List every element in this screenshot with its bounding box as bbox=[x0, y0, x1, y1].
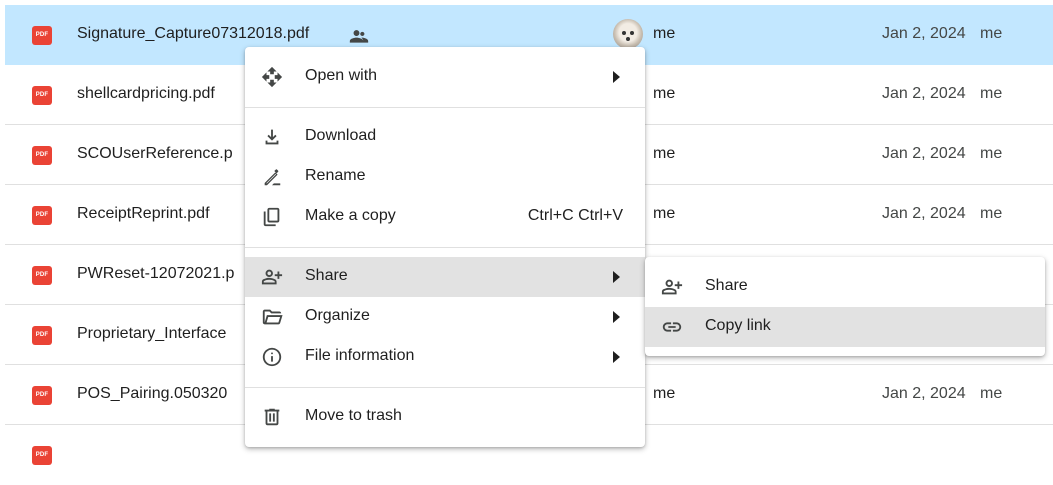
chevron-right-icon bbox=[613, 351, 620, 363]
pdf-icon: PDF bbox=[32, 86, 52, 105]
menu-item-file-information[interactable]: File information bbox=[245, 337, 645, 377]
pdf-icon: PDF bbox=[32, 206, 52, 225]
modified-by: me bbox=[980, 85, 1003, 102]
modified-by: me bbox=[980, 385, 1003, 402]
menu-item-label: Open with bbox=[305, 67, 378, 84]
modified-by: me bbox=[980, 25, 1003, 42]
menu-item-label: Make a copy bbox=[305, 207, 396, 224]
owner: me bbox=[653, 145, 676, 162]
file-name[interactable]: POS_Pairing.050320 bbox=[77, 385, 227, 403]
owner-avatar bbox=[613, 19, 643, 49]
menu-item-share[interactable]: Share bbox=[245, 257, 645, 297]
pdf-icon: PDF bbox=[32, 266, 52, 285]
modified-date: Jan 2, 2024 bbox=[882, 205, 966, 222]
trash-icon bbox=[264, 408, 280, 426]
pdf-icon: PDF bbox=[32, 146, 52, 165]
pdf-icon: PDF bbox=[32, 326, 52, 345]
rename-pencil-icon bbox=[264, 169, 281, 186]
menu-divider bbox=[245, 247, 645, 248]
copy-icon bbox=[263, 207, 280, 227]
modified-date: Jan 2, 2024 bbox=[882, 145, 966, 162]
context-menu: Open with Download Rename Make a copy Ct… bbox=[245, 47, 645, 447]
shared-people-icon bbox=[349, 30, 369, 43]
modified-date: Jan 2, 2024 bbox=[882, 85, 966, 102]
folder-open-icon bbox=[262, 309, 283, 325]
menu-item-label: Rename bbox=[305, 167, 366, 184]
menu-item-label: File information bbox=[305, 347, 415, 364]
info-icon bbox=[262, 347, 282, 367]
menu-divider bbox=[245, 107, 645, 108]
file-name[interactable]: Signature_Capture07312018.pdf bbox=[77, 25, 309, 43]
share-submenu: Share Copy link bbox=[645, 257, 1045, 356]
menu-item-label: Copy link bbox=[705, 317, 771, 334]
menu-item-label: Organize bbox=[305, 307, 370, 324]
chevron-right-icon bbox=[613, 311, 620, 323]
owner: me bbox=[653, 25, 676, 42]
menu-item-label: Download bbox=[305, 127, 377, 144]
file-name[interactable]: PWReset-12072021.p bbox=[77, 265, 234, 283]
shortcut-hint: Ctrl+C Ctrl+V bbox=[527, 207, 623, 224]
file-name[interactable]: shellcardpricing.pdf bbox=[77, 85, 215, 103]
menu-item-label: Share bbox=[705, 277, 748, 294]
file-name[interactable]: ReceiptReprint.pdf bbox=[77, 205, 210, 223]
owner: me bbox=[653, 85, 676, 102]
modified-by: me bbox=[980, 145, 1003, 162]
menu-divider bbox=[245, 387, 645, 388]
submenu-item-copy-link[interactable]: Copy link bbox=[645, 307, 1045, 347]
person-add-icon bbox=[261, 269, 283, 285]
menu-item-label: Move to trash bbox=[305, 407, 402, 424]
chevron-right-icon bbox=[613, 271, 620, 283]
menu-item-make-copy[interactable]: Make a copy Ctrl+C Ctrl+V bbox=[245, 197, 645, 237]
menu-item-move-to-trash[interactable]: Move to trash bbox=[245, 397, 645, 437]
owner: me bbox=[653, 385, 676, 402]
owner: me bbox=[653, 205, 676, 222]
file-name[interactable]: Proprietary_Interface bbox=[77, 325, 226, 343]
menu-item-label: Share bbox=[305, 267, 348, 284]
open-with-icon bbox=[261, 66, 283, 88]
file-name[interactable]: SCOUserReference.p bbox=[77, 145, 233, 163]
chevron-right-icon bbox=[613, 71, 620, 83]
menu-item-organize[interactable]: Organize bbox=[245, 297, 645, 337]
menu-item-open-with[interactable]: Open with bbox=[245, 57, 645, 97]
pdf-icon: PDF bbox=[32, 386, 52, 405]
submenu-item-share[interactable]: Share bbox=[645, 267, 1045, 307]
link-icon bbox=[662, 322, 682, 332]
menu-item-download[interactable]: Download bbox=[245, 117, 645, 157]
menu-item-rename[interactable]: Rename bbox=[245, 157, 645, 197]
pdf-icon: PDF bbox=[32, 446, 52, 465]
pdf-icon: PDF bbox=[32, 26, 52, 45]
download-icon bbox=[265, 129, 279, 145]
modified-date: Jan 2, 2024 bbox=[882, 385, 966, 402]
person-add-icon bbox=[661, 279, 683, 295]
modified-date: Jan 2, 2024 bbox=[882, 25, 966, 42]
modified-by: me bbox=[980, 205, 1003, 222]
